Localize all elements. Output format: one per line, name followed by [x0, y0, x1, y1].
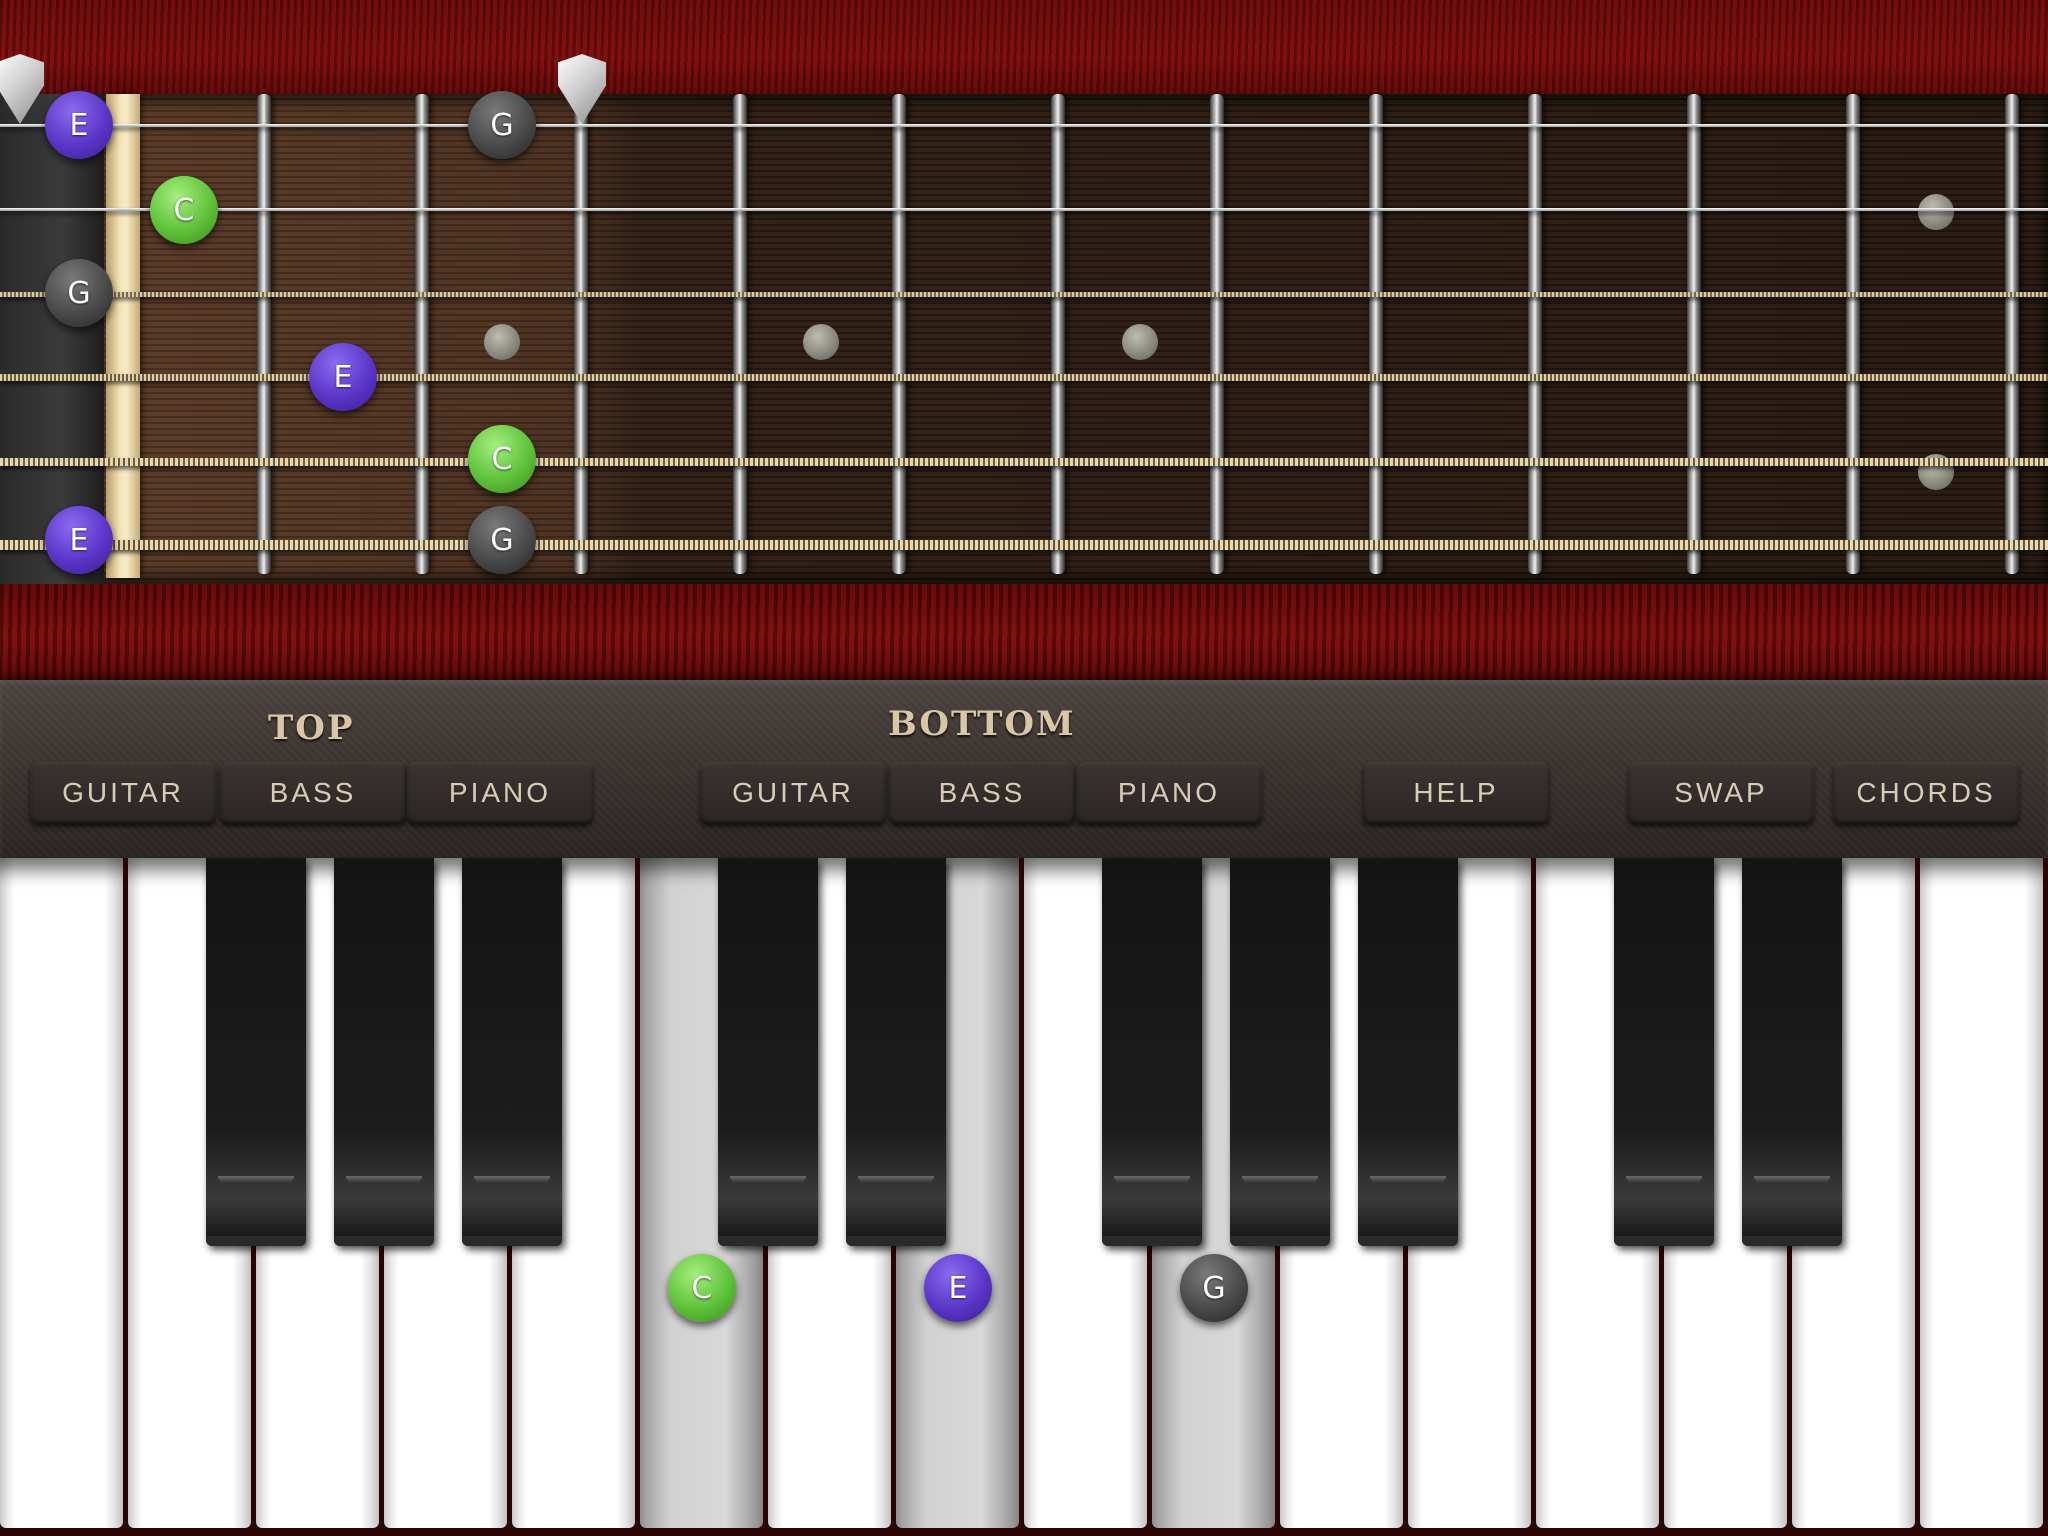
- piano-note-marker-c[interactable]: C: [668, 1254, 736, 1322]
- fret-inlay: [803, 324, 839, 360]
- top-guitar-button[interactable]: GUITAR: [30, 762, 216, 824]
- fret: [257, 94, 271, 574]
- piano-keyboard: C E G: [0, 858, 2048, 1536]
- note-marker-c[interactable]: C: [468, 425, 536, 493]
- note-marker-g[interactable]: G: [468, 506, 536, 574]
- bottom-guitar-button[interactable]: GUITAR: [700, 762, 886, 824]
- chords-button[interactable]: CHORDS: [1833, 762, 2019, 824]
- help-button[interactable]: HELP: [1363, 762, 1549, 824]
- black-key[interactable]: [1102, 858, 1202, 1246]
- top-piano-button[interactable]: PIANO: [407, 762, 593, 824]
- red-felt-top: [0, 0, 2048, 96]
- wood-grain: [0, 94, 2048, 586]
- fret: [2005, 94, 2019, 574]
- note-marker-e[interactable]: E: [45, 91, 113, 159]
- string-4[interactable]: [0, 374, 2048, 381]
- black-key[interactable]: [206, 858, 306, 1246]
- fret: [1846, 94, 1860, 574]
- note-marker-g[interactable]: G: [45, 259, 113, 327]
- black-key[interactable]: [334, 858, 434, 1246]
- string-5[interactable]: [0, 458, 2048, 466]
- nut: [106, 94, 140, 578]
- string-6[interactable]: [0, 540, 2048, 550]
- string-2[interactable]: [0, 208, 2048, 211]
- note-marker-e[interactable]: E: [45, 506, 113, 574]
- fret: [574, 94, 588, 574]
- top-bass-button[interactable]: BASS: [220, 762, 406, 824]
- fret: [1687, 94, 1701, 574]
- fret: [1210, 94, 1224, 574]
- bottom-bass-button[interactable]: BASS: [889, 762, 1075, 824]
- white-key[interactable]: [0, 858, 123, 1528]
- black-key[interactable]: [846, 858, 946, 1246]
- black-key[interactable]: [1614, 858, 1714, 1246]
- black-key[interactable]: [1742, 858, 1842, 1246]
- black-key[interactable]: [718, 858, 818, 1246]
- fret: [733, 94, 747, 574]
- note-marker-e[interactable]: E: [309, 343, 377, 411]
- fret-inlay: [1918, 194, 1954, 230]
- black-key[interactable]: [1358, 858, 1458, 1246]
- fret: [1051, 94, 1065, 574]
- piano-note-marker-g[interactable]: G: [1180, 1254, 1248, 1322]
- guitar-fretboard[interactable]: E G C G E C E G: [0, 54, 2048, 586]
- fret: [415, 94, 429, 574]
- fret: [1369, 94, 1383, 574]
- note-marker-c[interactable]: C: [150, 176, 218, 244]
- fret: [892, 94, 906, 574]
- fret: [1528, 94, 1542, 574]
- string-3[interactable]: [0, 292, 2048, 297]
- string-1[interactable]: [0, 124, 2048, 127]
- white-key[interactable]: [1920, 858, 2043, 1528]
- bottom-piano-button[interactable]: PIANO: [1076, 762, 1262, 824]
- bottom-group-label: BOTTOM: [888, 704, 1076, 744]
- black-key[interactable]: [462, 858, 562, 1246]
- top-group-label: TOP: [268, 708, 355, 748]
- fret-inlay: [1122, 324, 1158, 360]
- fret-inlay: [484, 324, 520, 360]
- note-marker-g[interactable]: G: [468, 91, 536, 159]
- black-key[interactable]: [1230, 858, 1330, 1246]
- red-felt-band: [0, 584, 2048, 684]
- swap-button[interactable]: SWAP: [1628, 762, 1814, 824]
- piano-note-marker-e[interactable]: E: [924, 1254, 992, 1322]
